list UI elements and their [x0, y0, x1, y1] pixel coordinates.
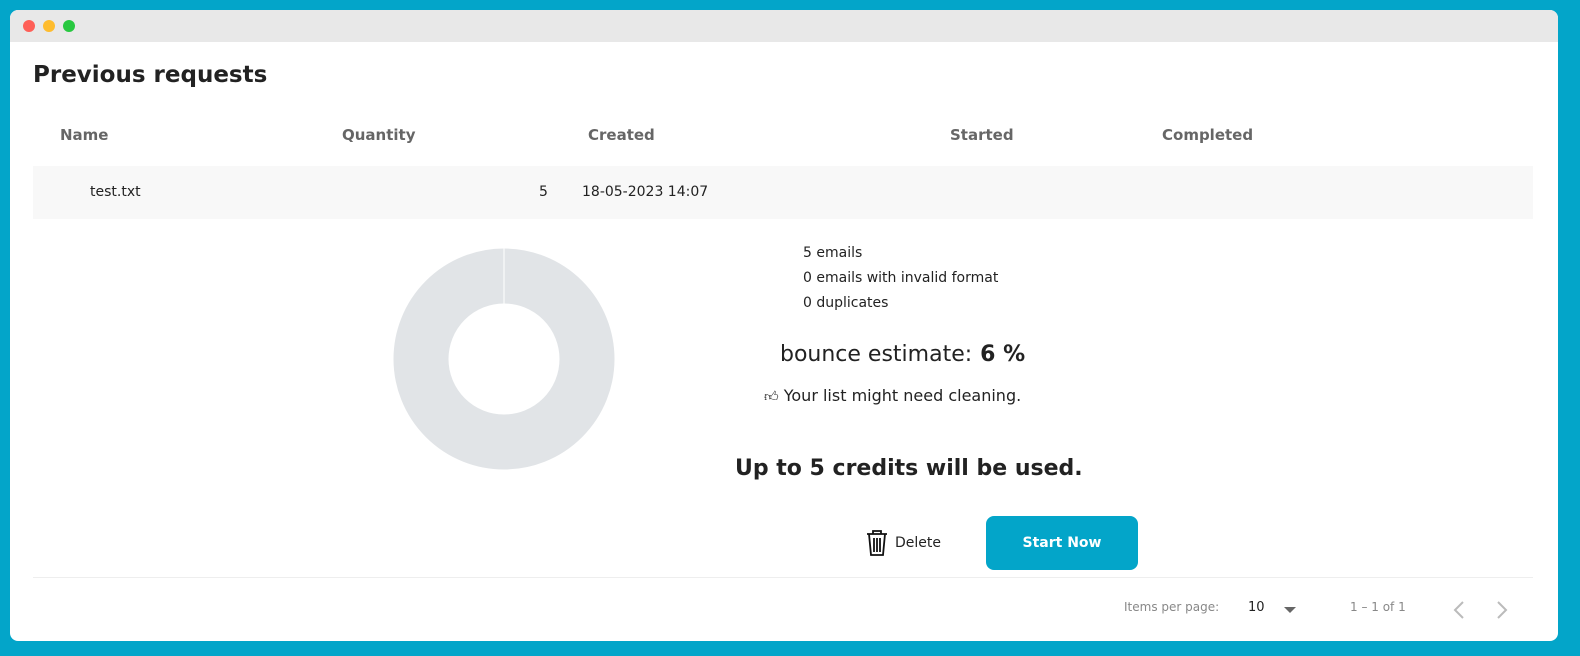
chevron-down-icon[interactable] [1284, 607, 1296, 614]
thumbs-icon: 👍︎ [764, 389, 779, 405]
email-count: 5 emails [803, 245, 863, 261]
donut-chart [393, 248, 615, 470]
table-row[interactable]: test.txt 5 18-05-2023 14:07 [33, 166, 1533, 219]
delete-button[interactable]: Delete [865, 529, 941, 557]
divider [33, 577, 1533, 578]
maximize-window-button[interactable] [63, 20, 75, 32]
invalid-count: 0 emails with invalid format [803, 270, 999, 286]
credits-message: Up to 5 credits will be used. [735, 456, 1083, 481]
column-header-name[interactable]: Name [60, 126, 108, 144]
cell-quantity: 5 [539, 184, 548, 200]
next-page-icon[interactable] [1495, 600, 1509, 620]
cell-created: 18-05-2023 14:07 [582, 184, 709, 200]
delete-label: Delete [895, 535, 941, 551]
duplicate-count: 0 duplicates [803, 295, 889, 311]
items-per-page-select[interactable]: 10 [1248, 600, 1265, 615]
start-now-button[interactable]: Start Now [986, 516, 1138, 570]
hint: 👍︎ Your list might need cleaning. [764, 386, 1021, 405]
column-header-created[interactable]: Created [588, 126, 655, 144]
app-window: Previous requests Name Quantity Created … [10, 10, 1558, 641]
hint-text: Your list might need cleaning. [783, 386, 1022, 405]
bounce-label: bounce estimate: [780, 342, 973, 367]
previous-page-icon[interactable] [1452, 600, 1466, 620]
page-range: 1 – 1 of 1 [1350, 600, 1406, 614]
column-header-quantity[interactable]: Quantity [342, 126, 416, 144]
close-window-button[interactable] [23, 20, 35, 32]
trash-icon [867, 530, 887, 556]
minimize-window-button[interactable] [43, 20, 55, 32]
column-header-started[interactable]: Started [950, 126, 1014, 144]
cell-name: test.txt [90, 184, 141, 200]
bounce-value: 6 % [980, 342, 1026, 367]
column-header-completed[interactable]: Completed [1162, 126, 1253, 144]
bounce-estimate: bounce estimate: 6 % [780, 342, 1025, 367]
page-title: Previous requests [33, 62, 268, 88]
title-bar [10, 10, 1558, 42]
items-per-page-label: Items per page: [1124, 600, 1220, 614]
